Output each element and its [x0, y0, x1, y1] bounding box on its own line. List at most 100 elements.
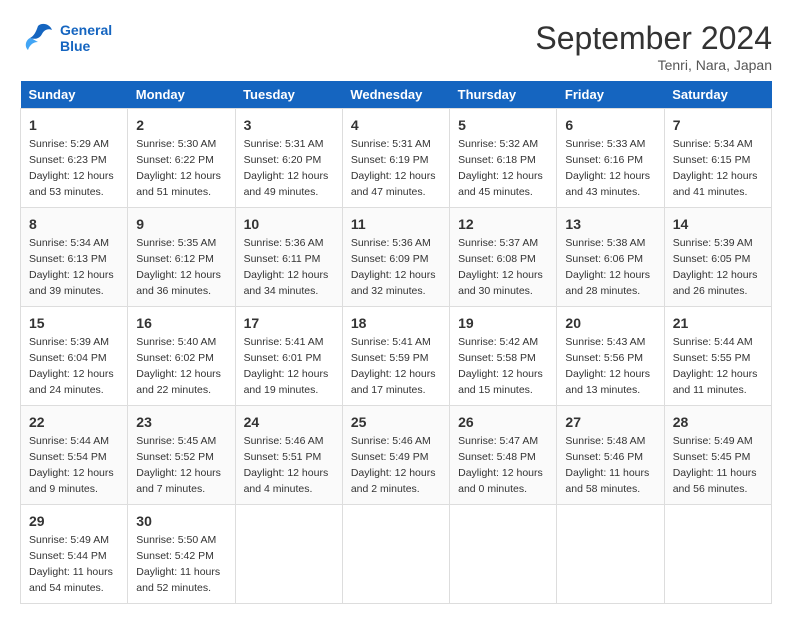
- day-number: 1: [29, 115, 119, 135]
- header-saturday: Saturday: [664, 81, 771, 109]
- day-number: 10: [244, 214, 334, 234]
- day-info: Sunrise: 5:46 AMSunset: 5:49 PMDaylight:…: [351, 435, 436, 495]
- month-title: September 2024: [535, 20, 772, 57]
- calendar-day-30: 30 Sunrise: 5:50 AMSunset: 5:42 PMDaylig…: [128, 505, 235, 604]
- calendar-day-23: 23 Sunrise: 5:45 AMSunset: 5:52 PMDaylig…: [128, 406, 235, 505]
- day-info: Sunrise: 5:44 AMSunset: 5:55 PMDaylight:…: [673, 336, 758, 396]
- day-number: 12: [458, 214, 548, 234]
- day-number: 2: [136, 115, 226, 135]
- header-wednesday: Wednesday: [342, 81, 449, 109]
- day-number: 7: [673, 115, 763, 135]
- day-info: Sunrise: 5:37 AMSunset: 6:08 PMDaylight:…: [458, 237, 543, 297]
- calendar-day-14: 14 Sunrise: 5:39 AMSunset: 6:05 PMDaylig…: [664, 208, 771, 307]
- calendar-week-2: 8 Sunrise: 5:34 AMSunset: 6:13 PMDayligh…: [21, 208, 772, 307]
- header-thursday: Thursday: [450, 81, 557, 109]
- day-info: Sunrise: 5:48 AMSunset: 5:46 PMDaylight:…: [565, 435, 649, 495]
- empty-cell: [450, 505, 557, 604]
- day-info: Sunrise: 5:29 AMSunset: 6:23 PMDaylight:…: [29, 138, 114, 198]
- day-info: Sunrise: 5:47 AMSunset: 5:48 PMDaylight:…: [458, 435, 543, 495]
- calendar-day-27: 27 Sunrise: 5:48 AMSunset: 5:46 PMDaylig…: [557, 406, 664, 505]
- calendar-day-24: 24 Sunrise: 5:46 AMSunset: 5:51 PMDaylig…: [235, 406, 342, 505]
- calendar-day-2: 2 Sunrise: 5:30 AMSunset: 6:22 PMDayligh…: [128, 109, 235, 208]
- day-info: Sunrise: 5:34 AMSunset: 6:13 PMDaylight:…: [29, 237, 114, 297]
- day-info: Sunrise: 5:50 AMSunset: 5:42 PMDaylight:…: [136, 534, 220, 594]
- header-sunday: Sunday: [21, 81, 128, 109]
- day-info: Sunrise: 5:30 AMSunset: 6:22 PMDaylight:…: [136, 138, 221, 198]
- logo: General Blue: [20, 20, 112, 56]
- day-info: Sunrise: 5:39 AMSunset: 6:04 PMDaylight:…: [29, 336, 114, 396]
- day-number: 9: [136, 214, 226, 234]
- logo-text: General Blue: [60, 22, 112, 54]
- day-info: Sunrise: 5:31 AMSunset: 6:19 PMDaylight:…: [351, 138, 436, 198]
- calendar-day-9: 9 Sunrise: 5:35 AMSunset: 6:12 PMDayligh…: [128, 208, 235, 307]
- day-info: Sunrise: 5:41 AMSunset: 6:01 PMDaylight:…: [244, 336, 329, 396]
- day-info: Sunrise: 5:36 AMSunset: 6:11 PMDaylight:…: [244, 237, 329, 297]
- day-info: Sunrise: 5:45 AMSunset: 5:52 PMDaylight:…: [136, 435, 221, 495]
- calendar-day-21: 21 Sunrise: 5:44 AMSunset: 5:55 PMDaylig…: [664, 307, 771, 406]
- day-number: 6: [565, 115, 655, 135]
- calendar-day-12: 12 Sunrise: 5:37 AMSunset: 6:08 PMDaylig…: [450, 208, 557, 307]
- calendar-day-22: 22 Sunrise: 5:44 AMSunset: 5:54 PMDaylig…: [21, 406, 128, 505]
- day-number: 23: [136, 412, 226, 432]
- day-info: Sunrise: 5:32 AMSunset: 6:18 PMDaylight:…: [458, 138, 543, 198]
- calendar-day-18: 18 Sunrise: 5:41 AMSunset: 5:59 PMDaylig…: [342, 307, 449, 406]
- day-number: 19: [458, 313, 548, 333]
- calendar-table: Sunday Monday Tuesday Wednesday Thursday…: [20, 81, 772, 604]
- day-number: 22: [29, 412, 119, 432]
- empty-cell: [342, 505, 449, 604]
- header-monday: Monday: [128, 81, 235, 109]
- calendar-day-17: 17 Sunrise: 5:41 AMSunset: 6:01 PMDaylig…: [235, 307, 342, 406]
- day-info: Sunrise: 5:31 AMSunset: 6:20 PMDaylight:…: [244, 138, 329, 198]
- location-subtitle: Tenri, Nara, Japan: [535, 57, 772, 73]
- title-area: September 2024 Tenri, Nara, Japan: [535, 20, 772, 73]
- day-info: Sunrise: 5:43 AMSunset: 5:56 PMDaylight:…: [565, 336, 650, 396]
- calendar-day-11: 11 Sunrise: 5:36 AMSunset: 6:09 PMDaylig…: [342, 208, 449, 307]
- weekday-header-row: Sunday Monday Tuesday Wednesday Thursday…: [21, 81, 772, 109]
- calendar-day-28: 28 Sunrise: 5:49 AMSunset: 5:45 PMDaylig…: [664, 406, 771, 505]
- day-info: Sunrise: 5:36 AMSunset: 6:09 PMDaylight:…: [351, 237, 436, 297]
- page-header: General Blue September 2024 Tenri, Nara,…: [20, 20, 772, 73]
- calendar-day-16: 16 Sunrise: 5:40 AMSunset: 6:02 PMDaylig…: [128, 307, 235, 406]
- calendar-day-13: 13 Sunrise: 5:38 AMSunset: 6:06 PMDaylig…: [557, 208, 664, 307]
- calendar-day-3: 3 Sunrise: 5:31 AMSunset: 6:20 PMDayligh…: [235, 109, 342, 208]
- day-number: 13: [565, 214, 655, 234]
- day-info: Sunrise: 5:40 AMSunset: 6:02 PMDaylight:…: [136, 336, 221, 396]
- day-number: 4: [351, 115, 441, 135]
- day-number: 29: [29, 511, 119, 531]
- calendar-week-3: 15 Sunrise: 5:39 AMSunset: 6:04 PMDaylig…: [21, 307, 772, 406]
- day-number: 21: [673, 313, 763, 333]
- day-number: 20: [565, 313, 655, 333]
- day-info: Sunrise: 5:39 AMSunset: 6:05 PMDaylight:…: [673, 237, 758, 297]
- day-number: 11: [351, 214, 441, 234]
- day-number: 16: [136, 313, 226, 333]
- calendar-day-26: 26 Sunrise: 5:47 AMSunset: 5:48 PMDaylig…: [450, 406, 557, 505]
- day-number: 17: [244, 313, 334, 333]
- day-number: 14: [673, 214, 763, 234]
- day-number: 24: [244, 412, 334, 432]
- day-number: 27: [565, 412, 655, 432]
- day-number: 18: [351, 313, 441, 333]
- day-number: 30: [136, 511, 226, 531]
- calendar-day-8: 8 Sunrise: 5:34 AMSunset: 6:13 PMDayligh…: [21, 208, 128, 307]
- calendar-day-15: 15 Sunrise: 5:39 AMSunset: 6:04 PMDaylig…: [21, 307, 128, 406]
- calendar-day-1: 1 Sunrise: 5:29 AMSunset: 6:23 PMDayligh…: [21, 109, 128, 208]
- day-info: Sunrise: 5:35 AMSunset: 6:12 PMDaylight:…: [136, 237, 221, 297]
- logo-icon: [20, 20, 56, 56]
- calendar-week-1: 1 Sunrise: 5:29 AMSunset: 6:23 PMDayligh…: [21, 109, 772, 208]
- empty-cell: [664, 505, 771, 604]
- day-info: Sunrise: 5:42 AMSunset: 5:58 PMDaylight:…: [458, 336, 543, 396]
- day-number: 5: [458, 115, 548, 135]
- day-info: Sunrise: 5:34 AMSunset: 6:15 PMDaylight:…: [673, 138, 758, 198]
- day-info: Sunrise: 5:41 AMSunset: 5:59 PMDaylight:…: [351, 336, 436, 396]
- header-tuesday: Tuesday: [235, 81, 342, 109]
- calendar-day-10: 10 Sunrise: 5:36 AMSunset: 6:11 PMDaylig…: [235, 208, 342, 307]
- calendar-week-5: 29 Sunrise: 5:49 AMSunset: 5:44 PMDaylig…: [21, 505, 772, 604]
- calendar-day-29: 29 Sunrise: 5:49 AMSunset: 5:44 PMDaylig…: [21, 505, 128, 604]
- calendar-day-19: 19 Sunrise: 5:42 AMSunset: 5:58 PMDaylig…: [450, 307, 557, 406]
- header-friday: Friday: [557, 81, 664, 109]
- calendar-day-4: 4 Sunrise: 5:31 AMSunset: 6:19 PMDayligh…: [342, 109, 449, 208]
- empty-cell: [557, 505, 664, 604]
- day-info: Sunrise: 5:33 AMSunset: 6:16 PMDaylight:…: [565, 138, 650, 198]
- calendar-day-5: 5 Sunrise: 5:32 AMSunset: 6:18 PMDayligh…: [450, 109, 557, 208]
- day-number: 28: [673, 412, 763, 432]
